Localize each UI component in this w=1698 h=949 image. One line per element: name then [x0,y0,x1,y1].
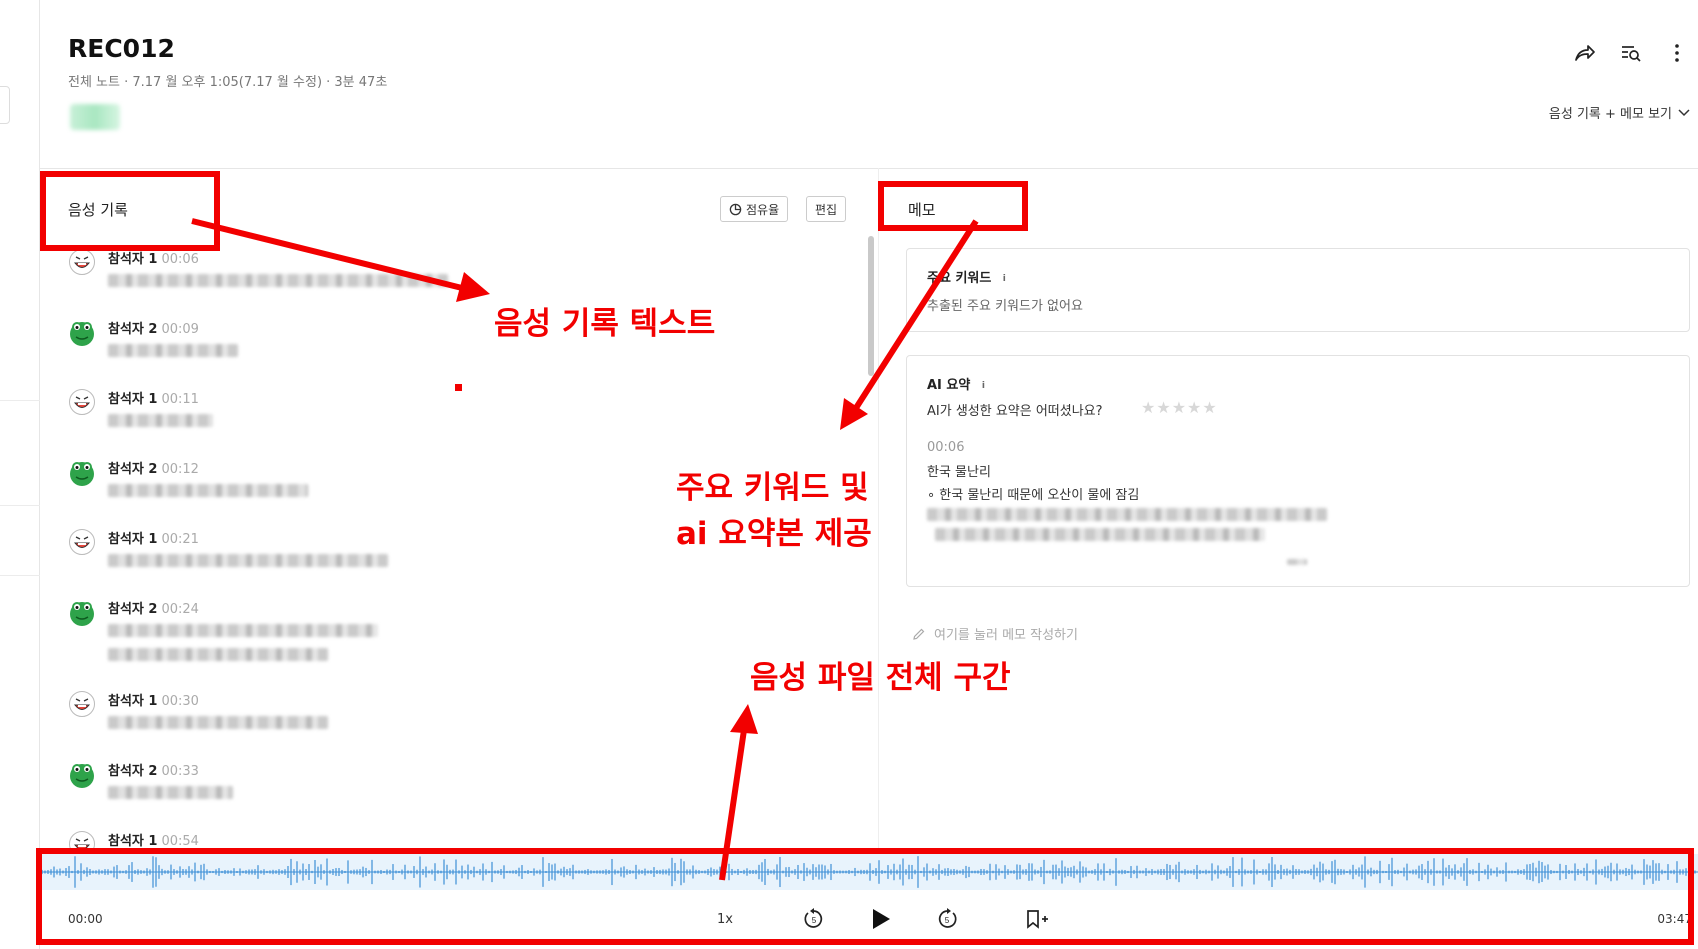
annotation-keywords-line1: 주요 키워드 및 [676,470,869,506]
annotation-keywords-line2: ai 요약본 제공 [676,516,872,552]
annotation-transcript-text: 음성 기록 텍스트 [494,306,716,342]
annotation-full-range: 음성 파일 전체 구간 [750,660,1011,696]
recording-note-page: REC012 전체 노트 · 7.17 월 오후 1:05(7.17 월 수정)… [0,0,1698,949]
